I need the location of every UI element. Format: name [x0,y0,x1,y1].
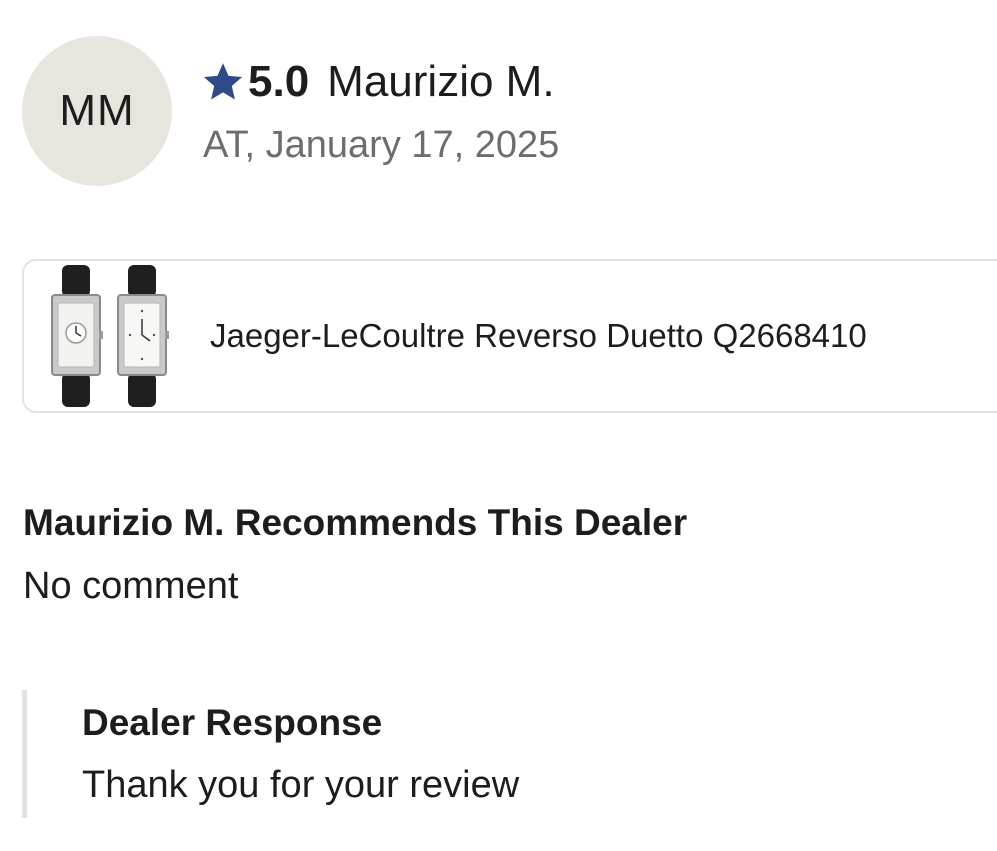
star-icon [200,59,246,105]
reviewer-name: Maurizio M. [327,57,555,106]
rating-value: 5.0 [248,57,310,106]
rating-line: 5.0 Maurizio M. [200,52,555,112]
watch-thumbnail [44,261,174,411]
product-card[interactable]: Jaeger-LeCoultre Reverso Duetto Q2668410 [22,259,997,413]
dealer-response-text: Thank you for your review [82,764,520,806]
dealer-response: Dealer Response Thank you for your revie… [22,690,927,818]
review-meta: AT, January 17, 2025 [203,124,560,166]
review-comment: No comment [23,565,239,607]
avatar-initials: MM [59,86,135,135]
dealer-response-title: Dealer Response [82,702,383,743]
recommendation-title: Maurizio M. Recommends This Dealer [23,502,688,543]
avatar: MM [22,36,172,186]
product-name[interactable]: Jaeger-LeCoultre Reverso Duetto Q2668410 [210,317,867,355]
